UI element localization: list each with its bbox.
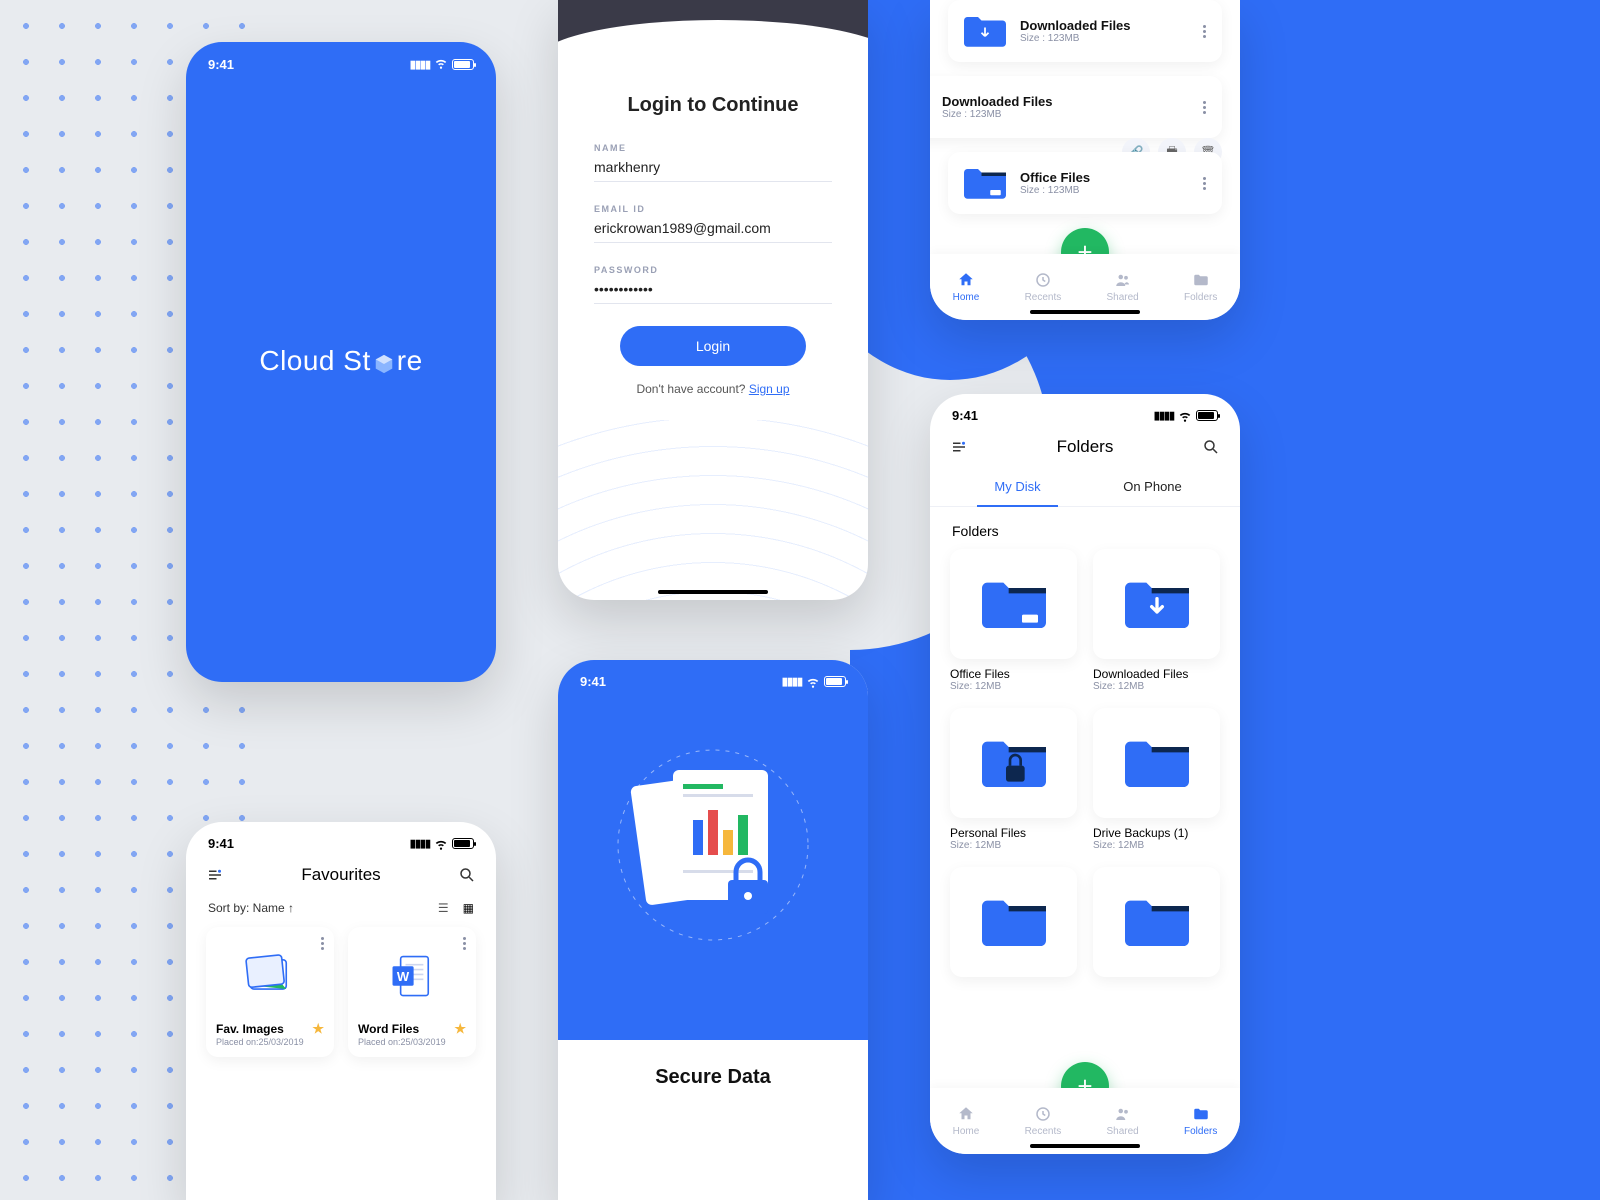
- folder-icon: [982, 736, 1046, 790]
- section-heading: Folders: [930, 507, 1240, 549]
- download-folder-icon: [964, 13, 1006, 49]
- svg-text:W: W: [397, 969, 410, 984]
- login-button[interactable]: Login: [620, 326, 806, 366]
- favourites-screen: 9:41 ▮▮▮▮ Favourites Sort by: Name ↑ ☰ ▦…: [186, 822, 496, 1200]
- menu-icon[interactable]: [206, 866, 224, 884]
- wifi-icon: [434, 56, 448, 73]
- splash-screen: 9:41 ▮▮▮▮ Cloud St re: [186, 42, 496, 682]
- folder-item[interactable]: Personal FilesSize: 12MB: [950, 708, 1077, 851]
- list-view-icon[interactable]: ☰: [438, 901, 449, 915]
- page-title: Folders: [1057, 437, 1114, 457]
- email-label: EMAIL ID: [594, 204, 832, 214]
- folder-icon: [982, 577, 1046, 631]
- search-icon[interactable]: [458, 866, 476, 884]
- image-icon: [216, 937, 324, 1015]
- folder-icon: [1125, 577, 1189, 631]
- home-indicator: [658, 590, 768, 594]
- favourite-item[interactable]: W Word Files★ Placed on:25/03/2019: [348, 927, 476, 1057]
- folder-item[interactable]: Office FilesSize: 12MB: [950, 549, 1077, 692]
- favourite-item[interactable]: Fav. Images★ Placed on:25/03/2019: [206, 927, 334, 1057]
- home-screen: Downloaded FilesSize : 123MB Downloaded …: [930, 0, 1240, 320]
- nav-shared[interactable]: Shared: [1107, 271, 1139, 303]
- more-icon[interactable]: [321, 937, 324, 950]
- status-bar: 9:41 ▮▮▮▮: [186, 822, 496, 857]
- page-title: Favourites: [301, 865, 380, 885]
- password-field[interactable]: [594, 281, 832, 304]
- status-bar: 9:41 ▮▮▮▮: [558, 660, 868, 695]
- nav-recents[interactable]: Recents: [1025, 271, 1062, 303]
- folder-item[interactable]: Downloaded FilesSize: 12MB: [1093, 549, 1220, 692]
- status-bar: 9:41 ▮▮▮▮: [930, 394, 1240, 429]
- status-time: 9:41: [208, 57, 234, 72]
- battery-icon: [452, 59, 474, 70]
- signal-icon: ▮▮▮▮: [410, 58, 430, 71]
- secure-illustration: [608, 740, 818, 950]
- name-field[interactable]: [594, 159, 832, 182]
- app-logo: Cloud St re: [186, 79, 496, 642]
- folders-screen: 9:41 ▮▮▮▮ Folders My Disk On Phone Folde…: [930, 394, 1240, 1154]
- nav-home[interactable]: Home: [953, 1105, 980, 1137]
- cube-icon: [373, 350, 395, 372]
- folder-item[interactable]: [1093, 867, 1220, 985]
- folder-icon: [964, 165, 1006, 201]
- tab-onphone[interactable]: On Phone: [1085, 469, 1220, 506]
- nav-folders[interactable]: Folders: [1184, 1105, 1217, 1137]
- folder-item[interactable]: Drive Backups (1)Size: 12MB: [1093, 708, 1220, 851]
- home-indicator: [1030, 1144, 1140, 1148]
- more-icon[interactable]: [1203, 25, 1206, 38]
- home-indicator: [1030, 310, 1140, 314]
- more-icon[interactable]: [463, 937, 466, 950]
- folder-icon: [1125, 736, 1189, 790]
- folder-icon: [1125, 895, 1189, 949]
- grid-view-icon[interactable]: ▦: [463, 901, 474, 915]
- star-icon: ★: [312, 1021, 324, 1037]
- status-bar: 9:41 ▮▮▮▮: [186, 42, 496, 79]
- nav-folders[interactable]: Folders: [1184, 271, 1217, 303]
- password-label: PASSWORD: [594, 265, 832, 275]
- folder-icon: [982, 895, 1046, 949]
- more-icon[interactable]: [1203, 101, 1206, 114]
- nav-home[interactable]: Home: [953, 271, 980, 303]
- name-label: NAME: [594, 143, 832, 153]
- word-icon: W: [358, 937, 466, 1015]
- file-row[interactable]: Office FilesSize : 123MB: [948, 152, 1222, 214]
- email-field[interactable]: [594, 220, 832, 243]
- onboarding-screen: 9:41 ▮▮▮▮ Secure Data: [558, 660, 868, 1200]
- nav-recents[interactable]: Recents: [1025, 1105, 1062, 1137]
- nav-shared[interactable]: Shared: [1107, 1105, 1139, 1137]
- star-icon: ★: [454, 1021, 466, 1037]
- tab-mydisk[interactable]: My Disk: [950, 469, 1085, 506]
- signup-link[interactable]: Sign up: [749, 382, 790, 396]
- file-row-swiped[interactable]: Downloaded FilesSize : 123MB: [930, 76, 1222, 138]
- file-row[interactable]: Downloaded FilesSize : 123MB: [948, 0, 1222, 62]
- onboarding-title: Secure Data: [558, 1066, 868, 1089]
- search-icon[interactable]: [1202, 438, 1220, 456]
- login-title: Login to Continue: [594, 94, 832, 117]
- more-icon[interactable]: [1203, 177, 1206, 190]
- menu-icon[interactable]: [950, 438, 968, 456]
- folder-item[interactable]: [950, 867, 1077, 985]
- sort-label[interactable]: Sort by: Name ↑: [208, 901, 294, 915]
- login-screen: Login to Continue NAME EMAIL ID PASSWORD…: [558, 0, 868, 600]
